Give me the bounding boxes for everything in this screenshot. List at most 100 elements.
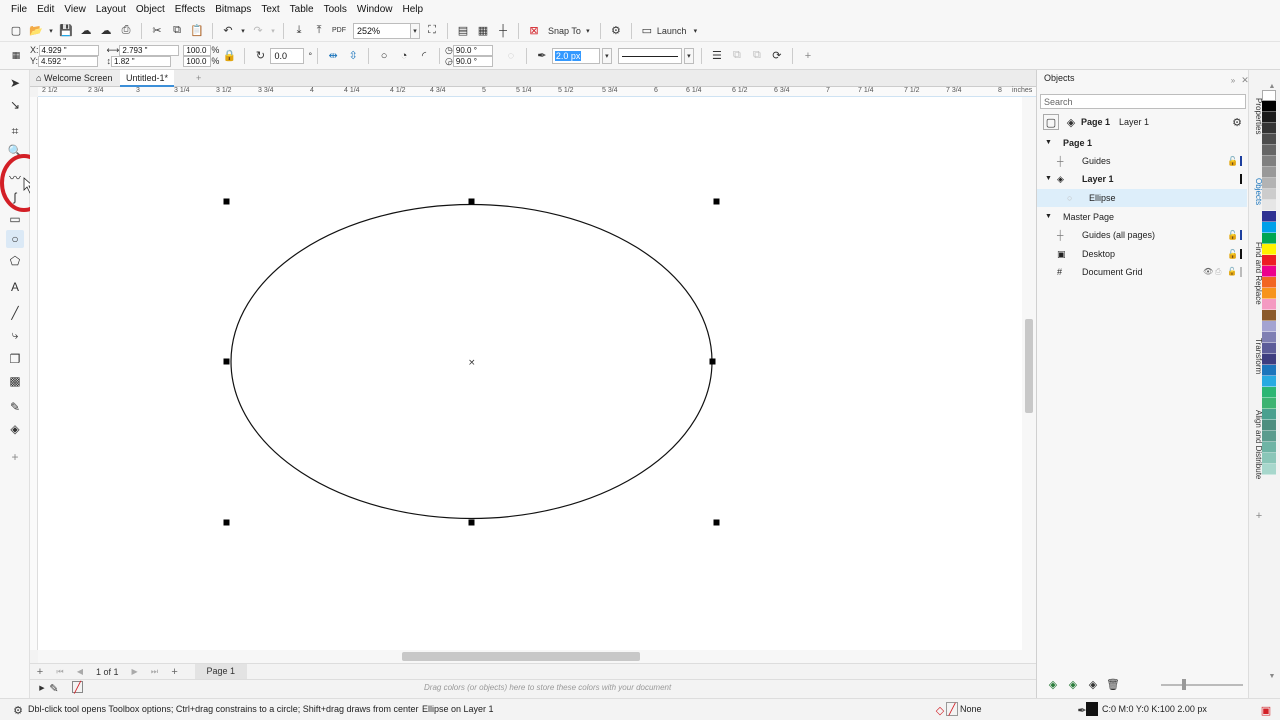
interactive-fill-icon[interactable]: ◈ <box>6 420 24 438</box>
cloud-download-icon[interactable]: ☁ <box>98 23 114 39</box>
menu-file[interactable]: File <box>6 0 32 20</box>
first-page-icon[interactable]: ⏮ <box>52 664 68 680</box>
color-swatch[interactable] <box>1262 453 1276 464</box>
color-swatch[interactable] <box>1262 398 1276 409</box>
color-swatch[interactable] <box>1262 178 1276 189</box>
dropdown-icon[interactable]: ▾ <box>683 47 694 64</box>
color-swatch[interactable] <box>1262 387 1276 398</box>
menu-tools[interactable]: Tools <box>319 0 352 20</box>
text-wrap-icon[interactable]: ☰ <box>709 48 725 64</box>
menu-help[interactable]: Help <box>398 0 429 20</box>
last-page-icon[interactable]: ⏭ <box>147 664 163 680</box>
menu-text[interactable]: Text <box>256 0 284 20</box>
prev-page-icon[interactable]: ◀ <box>72 664 88 680</box>
new-layer-all-icon[interactable]: ◈ <box>1085 676 1101 692</box>
launch-icon[interactable]: ▭ <box>639 23 655 39</box>
color-swatch[interactable] <box>1262 332 1276 343</box>
rotate-icon[interactable]: ↻ <box>252 48 268 64</box>
menu-window[interactable]: Window <box>352 0 398 20</box>
menu-edit[interactable]: Edit <box>32 0 59 20</box>
zoom-field[interactable]: 252% <box>353 22 411 39</box>
dropdown-icon[interactable]: ▾ <box>270 23 276 39</box>
vertical-scrollbar[interactable] <box>1022 97 1036 650</box>
docker-options-icon[interactable]: ⚙ <box>1229 114 1245 130</box>
add-tool-icon[interactable]: + <box>6 448 24 466</box>
tree-row-ellipse[interactable]: ○ Ellipse <box>1037 189 1247 207</box>
color-swatch[interactable] <box>1262 123 1276 134</box>
outline-pen-icon[interactable]: ✒ <box>534 48 550 64</box>
color-swatch[interactable] <box>1262 233 1276 244</box>
drop-shadow-icon[interactable]: ❐ <box>6 350 24 368</box>
color-swatch[interactable] <box>1262 134 1276 145</box>
undo-icon[interactable]: ↶ <box>220 23 236 39</box>
export-icon[interactable]: ⤒ <box>311 23 327 39</box>
color-swatch[interactable] <box>1262 288 1276 299</box>
lock-icon[interactable]: 🔓 <box>1227 152 1238 170</box>
tree-row-layer1[interactable]: ▼ ◈ Layer 1 <box>1037 170 1247 188</box>
text-tool-icon[interactable]: A <box>6 278 24 296</box>
zoom-dropdown-icon[interactable]: ▾ <box>410 22 420 39</box>
snap-off-icon[interactable]: ⊠ <box>526 23 542 39</box>
launch-menu[interactable]: Launch <box>657 26 687 36</box>
object-origin-icon[interactable]: ▦ <box>8 48 24 64</box>
dropdown-icon[interactable]: ▾ <box>688 23 702 39</box>
x-position-field[interactable]: 4.929 " <box>38 44 99 56</box>
vertical-scroll-thumb[interactable] <box>1025 319 1033 413</box>
color-proof-icon[interactable]: ▣ <box>1258 702 1274 718</box>
color-swatch[interactable] <box>1262 112 1276 123</box>
crop-tool-icon[interactable]: ⌗ <box>6 122 24 140</box>
tree-row-desktop[interactable]: ▣ Desktop 🔓 <box>1037 245 1247 263</box>
color-swatch[interactable] <box>1262 101 1276 112</box>
redo-icon[interactable]: ↷ <box>250 23 266 39</box>
show-grid-icon[interactable]: ▦ <box>475 23 491 39</box>
dropdown-icon[interactable]: ▾ <box>601 47 612 64</box>
color-swatch[interactable] <box>1262 266 1276 277</box>
color-swatch[interactable] <box>1262 299 1276 310</box>
tab-transform[interactable]: Transform <box>1249 338 1263 374</box>
docker-zoom-slider[interactable] <box>1161 684 1243 686</box>
add-page-icon[interactable]: + <box>32 664 48 680</box>
color-swatch[interactable] <box>1262 376 1276 387</box>
save-icon[interactable]: 💾 <box>58 23 74 39</box>
scale-y-field[interactable]: 100.0 <box>183 55 212 67</box>
color-swatch[interactable] <box>1262 442 1276 453</box>
no-color-swatch-icon[interactable]: ╱ <box>72 681 83 694</box>
transparency-icon[interactable]: ▩ <box>6 372 24 390</box>
width-field[interactable]: 2.793 " <box>119 44 180 56</box>
tab-welcome-screen[interactable]: Welcome Screen <box>38 70 118 87</box>
palette-scroll-down-icon[interactable]: ▼ <box>1264 668 1280 684</box>
print-toggle-icon[interactable]: ⎙ <box>1215 263 1221 281</box>
color-swatch[interactable] <box>1262 365 1276 376</box>
cloud-upload-icon[interactable]: ☁ <box>78 23 94 39</box>
eye-icon[interactable]: 👁 <box>1203 263 1213 281</box>
tab-properties[interactable]: Properties <box>1249 98 1263 134</box>
to-back-icon[interactable]: ⧉ <box>749 48 765 64</box>
lock-icon[interactable]: 🔓 <box>1227 226 1238 244</box>
change-direction-icon[interactable]: ◌ <box>503 48 519 64</box>
height-field[interactable]: 1.82 " <box>111 55 172 67</box>
new-document-icon[interactable]: ▢ <box>8 23 24 39</box>
horizontal-ruler[interactable]: 2 1/2 2 3/4 3 3 1/4 3 1/2 3 3/4 4 4 1/4 … <box>38 87 1036 97</box>
tab-align-distribute[interactable]: Align and Distribute <box>1249 410 1263 479</box>
tab-objects[interactable]: Objects <box>1249 178 1263 205</box>
polygon-tool-icon[interactable]: ⬠ <box>6 252 24 270</box>
color-swatch[interactable] <box>1262 464 1276 475</box>
end-angle-field[interactable]: 90.0 ° <box>452 55 493 67</box>
color-swatch[interactable] <box>1262 420 1276 431</box>
lock-ratio-icon[interactable]: 🔒 <box>221 48 237 64</box>
pick-tool-icon[interactable]: ➤ <box>6 74 24 92</box>
color-swatch[interactable] <box>1262 145 1276 156</box>
delete-icon[interactable]: 🗑 <box>1105 676 1121 692</box>
tree-row-page1[interactable]: ▼ Page 1 <box>1037 134 1247 152</box>
color-swatch[interactable] <box>1262 431 1276 442</box>
mirror-horizontal-icon[interactable]: ⇹ <box>325 48 341 64</box>
color-swatch[interactable] <box>1262 211 1276 222</box>
document-palette[interactable]: ▶ ✎ ╱ Drag colors (or objects) here to s… <box>30 679 1036 696</box>
show-guides-icon[interactable]: ┼ <box>495 23 511 39</box>
color-swatch[interactable] <box>1262 277 1276 288</box>
pdf-icon[interactable]: PDF <box>331 23 347 39</box>
ellipse-tool-icon[interactable]: ○ <box>6 230 24 248</box>
color-swatch[interactable] <box>1262 189 1276 200</box>
color-swatch[interactable] <box>1262 409 1276 420</box>
scale-x-field[interactable]: 100.0 <box>183 44 212 56</box>
